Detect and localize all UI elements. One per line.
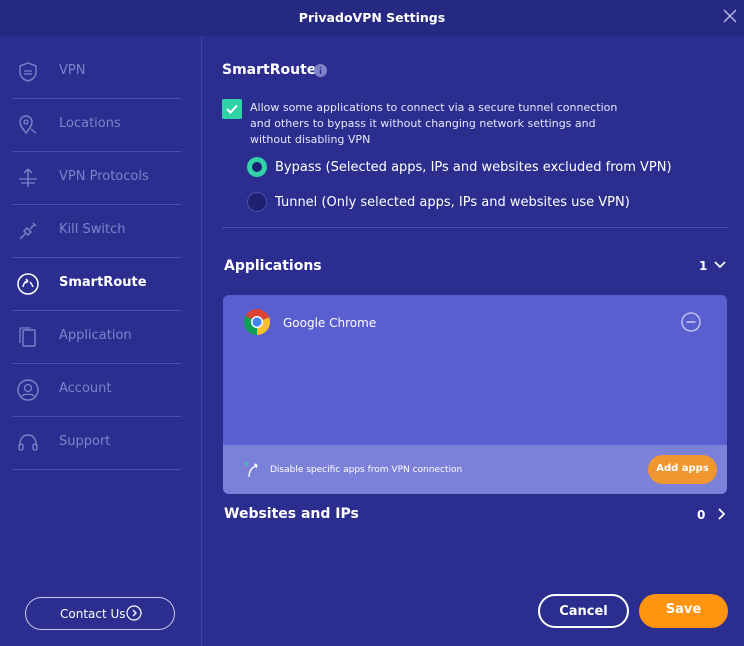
save-button[interactable]: Save [639,594,728,628]
info-icon[interactable] [314,64,327,77]
chevron-right-icon[interactable] [715,506,729,522]
sidebar-item-label: Locations [59,116,121,131]
save-label: Save [665,602,702,617]
application-icon [19,327,36,347]
cancel-button[interactable]: Cancel [538,594,629,628]
applications-footer: Disable specific apps from VPN connectio… [223,445,727,494]
sidebar-item-support[interactable]: Support [12,417,181,470]
headset-icon [18,434,38,451]
applications-hint: Disable specific apps from VPN connectio… [270,465,463,475]
sidebar-item-label: Support [59,434,111,449]
location-pin-icon [19,115,37,135]
list-item: Google Chrome [223,295,727,351]
sidebar-item-locations[interactable]: Locations [12,99,181,152]
sidebar-item-label: VPN [59,63,86,78]
chrome-icon [243,309,271,336]
applications-panel: Google Chrome Disable specific apps from… [223,295,727,494]
websites-count: 0 [697,508,706,522]
smartroute-icon [17,273,39,295]
add-apps-label: Add apps [656,463,709,474]
sidebar-item-application[interactable]: Application [12,311,181,364]
bypass-label: Bypass (Selected apps, IPs and websites … [275,160,672,175]
sidebar-item-label: VPN Protocols [59,169,149,184]
title-bar: PrivadoVPN Settings [0,0,744,36]
websites-title: Websites and IPs [224,506,359,522]
applications-count: 1 [699,259,708,273]
applications-title: Applications [224,258,322,274]
close-icon[interactable] [722,8,738,24]
add-apps-button[interactable]: Add apps [648,455,717,484]
bypass-radio[interactable] [247,157,267,177]
sidebar-item-smartroute[interactable]: SmartRoute [12,258,181,311]
plug-icon [19,222,37,240]
chevron-right-circle-icon [126,605,142,621]
smartroute-checkbox[interactable] [222,99,242,119]
sidebar-item-label: Kill Switch [59,222,126,237]
protocols-icon [19,168,37,187]
divider [222,227,728,228]
checkmark-icon [226,104,238,114]
sidebar-item-kill-switch[interactable]: Kill Switch [12,205,181,258]
page-title: SmartRoute [222,62,317,78]
sidebar-item-account[interactable]: Account [12,364,181,417]
cancel-label: Cancel [559,604,608,619]
tunnel-label: Tunnel (Only selected apps, IPs and webs… [275,195,630,210]
sidebar-item-label: Account [59,381,112,396]
chevron-down-icon[interactable] [712,258,728,272]
window-title: PrivadoVPN Settings [298,10,446,25]
tunnel-radio[interactable] [247,192,267,212]
app-name: Google Chrome [283,316,377,330]
sidebar: VPN Locations VPN Protocols Kill Switch … [0,36,202,646]
contact-us-button[interactable]: Contact Us [25,597,175,630]
sidebar-item-label: SmartRoute [59,275,147,290]
sidebar-item-label: Application [59,328,132,343]
sidebar-item-vpn[interactable]: VPN [12,46,181,99]
account-icon [17,379,39,401]
shield-icon [19,62,37,82]
contact-us-label: Contact Us [60,607,126,621]
remove-app-button[interactable] [681,312,701,332]
smartroute-description: Allow some applications to connect via a… [250,101,618,146]
sidebar-item-vpn-protocols[interactable]: VPN Protocols [12,152,181,205]
split-route-icon [244,461,258,478]
